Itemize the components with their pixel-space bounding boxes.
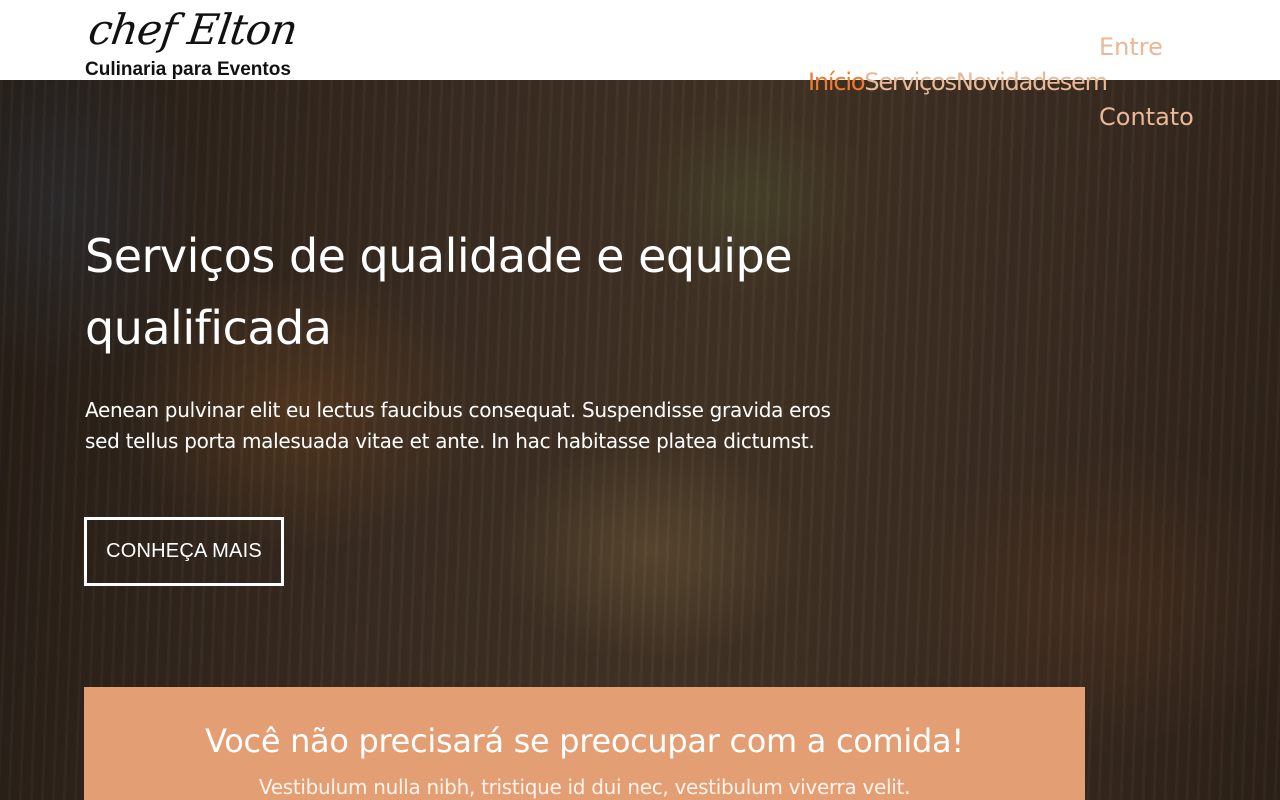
brand-logo[interactable]: chef Elton (85, 2, 301, 58)
feature-title: Você não precisará se preocupar com a co… (205, 722, 964, 760)
nav-item-servicos[interactable]: Serviços (864, 68, 957, 96)
nav-item-contato[interactable]: Entre (1099, 33, 1163, 61)
brand[interactable]: chef Elton Culinaria para Eventos (85, 2, 300, 81)
hero-text: Aenean pulvinar elit eu lectus faucibus … (85, 398, 831, 453)
feature-box: Você não precisará se preocupar com a co… (84, 687, 1085, 800)
brand-tagline: Culinaria para Eventos (85, 59, 291, 80)
nav-item-inicio[interactable]: Início (808, 68, 866, 96)
hero-title: Serviços de qualidade e equipe qualifica… (85, 229, 793, 355)
feature-text: Vestibulum nulla nibh, tristique id dui … (258, 775, 911, 799)
main-nav: Entre InícioServiçosNovidadesem Contato (808, 30, 1228, 135)
nav-item-novidades[interactable]: Novidades (956, 68, 1072, 96)
nav-item-contato[interactable]: em (1071, 68, 1108, 96)
learn-more-button[interactable]: CONHEÇA MAIS (84, 517, 284, 586)
nav-item-contato[interactable]: Contato (1099, 103, 1194, 131)
